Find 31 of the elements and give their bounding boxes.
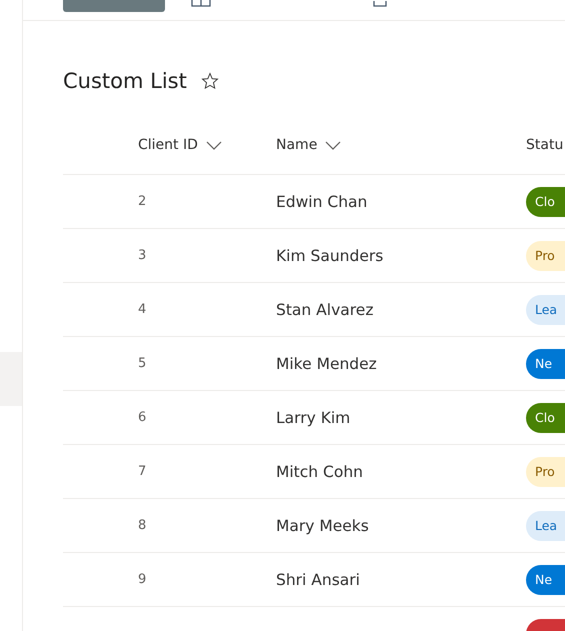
column-header[interactable]: Name — [276, 137, 521, 153]
name-cell: Mary Meeks — [276, 517, 369, 535]
name-cell: Mike Mendez — [276, 355, 377, 373]
status-tag: Pro — [526, 240, 565, 270]
client-id-cell: 5 — [138, 356, 146, 371]
column-header[interactable]: Client ID — [138, 137, 222, 153]
status-tag: Lea — [526, 294, 565, 324]
name-cell: Mitch Cohn — [276, 463, 363, 481]
client-id-cell: 7 — [138, 464, 146, 479]
client-id-cell: 3 — [138, 248, 146, 263]
chevron-down-icon — [206, 140, 222, 150]
client-id-cell: 8 — [138, 518, 146, 533]
client-id-cell: 9 — [138, 572, 146, 587]
name-cell: Stan Alvarez — [276, 301, 374, 319]
client-id-cell: 2 — [138, 194, 146, 209]
status-tag: Ne — [526, 564, 565, 594]
name-cell: Kim Saunders — [276, 247, 384, 265]
status-tag: Clo — [526, 186, 565, 216]
name-cell: Larry Kim — [276, 409, 350, 427]
status-tag: Ne — [526, 348, 565, 378]
name-cell: Edwin Chan — [276, 193, 368, 211]
column-header[interactable]: Statu — [526, 137, 564, 153]
chevron-down-icon — [325, 140, 342, 150]
status-tag: Lea — [526, 510, 565, 540]
list-title: Custom List — [63, 69, 187, 93]
favorite-star-icon[interactable] — [200, 72, 219, 90]
client-id-cell: 4 — [138, 302, 146, 317]
name-cell: Shri Ansari — [276, 571, 360, 589]
status-tag: Clo — [526, 402, 565, 432]
status-tag: Pro — [526, 456, 565, 486]
client-id-cell: 6 — [138, 410, 146, 425]
